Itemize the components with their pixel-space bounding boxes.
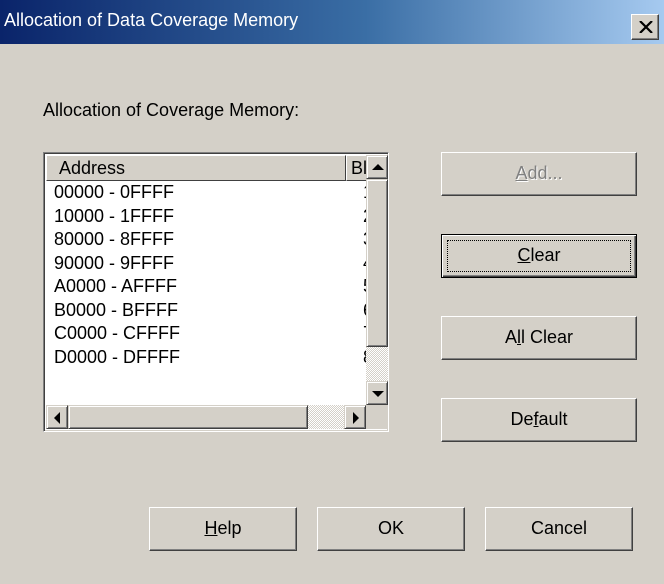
all-clear-label-pre: A xyxy=(504,327,517,347)
vertical-scroll-track[interactable] xyxy=(366,347,388,381)
scroll-down-button[interactable] xyxy=(366,381,388,405)
cancel-label: Cancel xyxy=(530,518,588,538)
list-item[interactable]: A0000 - AFFFF5 xyxy=(46,275,373,299)
horizontal-scroll-track[interactable] xyxy=(308,405,344,429)
list-item[interactable]: 90000 - 9FFFF4 xyxy=(46,252,373,276)
horizontal-scroll-thumb[interactable] xyxy=(68,405,308,429)
list-rows: 00000 - 0FFFF110000 - 1FFFF280000 - 8FFF… xyxy=(46,181,373,370)
close-icon xyxy=(639,21,653,33)
window-title: Allocation of Data Coverage Memory xyxy=(4,10,299,30)
column-header-address[interactable]: Address xyxy=(46,155,346,181)
clear-button[interactable]: Clear xyxy=(441,234,637,278)
default-button[interactable]: Default xyxy=(441,398,637,442)
row-address: 10000 - 1FFFF xyxy=(54,205,175,226)
close-button[interactable] xyxy=(631,14,659,40)
row-address: C0000 - CFFFF xyxy=(54,323,181,343)
list-item[interactable]: 00000 - 0FFFF1 xyxy=(46,181,373,205)
dialog-window: Allocation of Data Coverage Memory Alloc… xyxy=(0,0,664,584)
title-bar[interactable]: Allocation of Data Coverage Memory xyxy=(0,0,664,44)
ok-label: OK xyxy=(377,518,404,538)
add-button[interactable]: Add... xyxy=(441,152,637,196)
allocation-list[interactable]: Address Blo 00000 - 0FFFF110000 - 1FFFF2… xyxy=(43,152,389,432)
focus-ring xyxy=(447,240,631,272)
list-item[interactable]: B0000 - BFFFF6 xyxy=(46,299,373,323)
row-address: 80000 - 8FFFF xyxy=(54,229,175,249)
list-item[interactable]: 80000 - 8FFFF3 xyxy=(46,228,373,252)
scrollbar-corner xyxy=(366,405,388,429)
list-header: Address Blo xyxy=(46,155,376,181)
vertical-scroll-thumb[interactable] xyxy=(366,179,388,347)
help-label-key: H xyxy=(204,518,218,538)
arrow-up-icon xyxy=(372,164,384,170)
ok-button[interactable]: OK xyxy=(317,507,465,551)
list-item[interactable]: C0000 - CFFFF7 xyxy=(46,322,373,346)
scroll-left-button[interactable] xyxy=(46,405,68,429)
list-item[interactable]: 10000 - 1FFFF2 xyxy=(46,205,373,229)
row-address: D0000 - DFFFF xyxy=(54,346,181,367)
row-address: B0000 - BFFFF xyxy=(54,299,179,320)
vertical-scrollbar[interactable] xyxy=(366,155,388,405)
scroll-right-button[interactable] xyxy=(344,405,366,429)
scroll-up-button[interactable] xyxy=(366,155,388,179)
default-label-post: ault xyxy=(538,409,568,429)
add-label-post: dd... xyxy=(527,163,563,183)
coverage-memory-label: Allocation of Coverage Memory: xyxy=(43,100,300,120)
default-label-pre: De xyxy=(510,409,534,429)
add-label-key: A xyxy=(515,163,528,183)
arrow-right-icon xyxy=(353,412,359,424)
horizontal-scrollbar[interactable] xyxy=(46,405,366,429)
arrow-left-icon xyxy=(54,412,60,424)
help-button[interactable]: Help xyxy=(149,507,297,551)
all-clear-button[interactable]: All Clear xyxy=(441,316,637,360)
row-address: A0000 - AFFFF xyxy=(54,276,178,296)
cancel-button[interactable]: Cancel xyxy=(485,507,633,551)
row-address: 90000 - 9FFFF xyxy=(54,252,175,273)
all-clear-label-post: l Clear xyxy=(521,327,574,347)
row-address: 00000 - 0FFFF xyxy=(54,182,175,202)
help-label-post: elp xyxy=(217,518,242,538)
list-item[interactable]: D0000 - DFFFF8 xyxy=(46,346,373,370)
arrow-down-icon xyxy=(372,391,384,397)
